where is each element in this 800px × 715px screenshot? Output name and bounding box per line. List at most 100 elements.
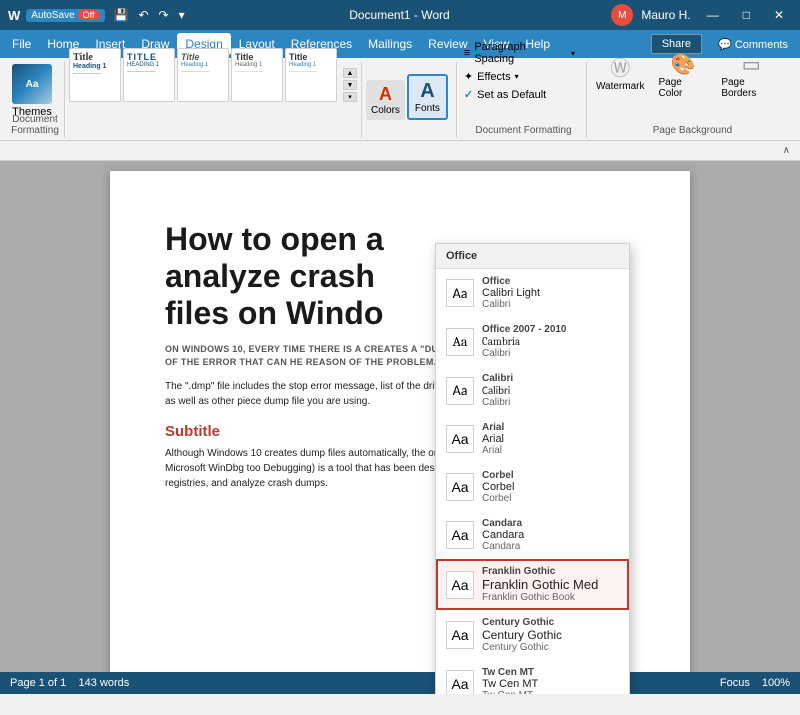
redo-icon[interactable]: ↷ bbox=[156, 7, 172, 23]
font-preview-calibri: Aa bbox=[446, 377, 474, 405]
ribbon-bottom-bar: ∧ bbox=[0, 140, 800, 160]
document-formatting-label2: Document Formatting bbox=[461, 125, 586, 136]
autosave-badge[interactable]: AutoSave Off bbox=[26, 9, 104, 22]
zoom-level: 100% bbox=[762, 677, 790, 689]
font-names-franklin: Franklin Gothic Franklin Gothic Med Fran… bbox=[482, 566, 598, 603]
page-borders-button[interactable]: ▭ Page Borders bbox=[716, 49, 786, 102]
effects-arrow: ▾ bbox=[515, 72, 519, 81]
themes-button[interactable]: Aa Themes bbox=[6, 62, 58, 120]
style-thumb-title5[interactable]: Title Heading 1 ──────── bbox=[285, 48, 337, 102]
font-item-calibri[interactable]: Aa Calibri Calibri Calibri bbox=[436, 366, 629, 415]
autosave-label: AutoSave bbox=[31, 10, 74, 21]
watermark-label: Watermark bbox=[596, 81, 645, 92]
page-color-button[interactable]: 🎨 Page Color bbox=[653, 49, 712, 102]
quick-access-toolbar: 💾 ↶ ↷ ▾ bbox=[111, 7, 188, 23]
style-scroll-up[interactable]: ▲ bbox=[343, 68, 357, 78]
watermark-button[interactable]: Ⓦ Watermark bbox=[591, 49, 650, 102]
para-spacing-button[interactable]: ≡ Paragraph Spacing ▾ bbox=[461, 40, 578, 66]
style-scroll-more[interactable]: ▾ bbox=[343, 92, 357, 102]
font-preview-franklin: Aa bbox=[446, 571, 474, 599]
autosave-toggle[interactable]: Off bbox=[78, 10, 100, 20]
status-left: Page 1 of 1 143 words bbox=[10, 677, 129, 689]
user-name: Mauro H. bbox=[641, 8, 690, 22]
set-default-button[interactable]: ✓ Set as Default bbox=[461, 87, 578, 102]
minimize-button[interactable]: — bbox=[699, 6, 727, 24]
page-borders-label: Page Borders bbox=[721, 77, 781, 99]
document-formatting-label: Document Formatting bbox=[6, 114, 64, 136]
para-section: ≡ Paragraph Spacing ▾ ✦ Effects ▾ ✓ Set … bbox=[461, 62, 587, 138]
menu-mailings[interactable]: Mailings bbox=[360, 33, 420, 55]
document-wrapper: How to open aanalyze crashfiles on Windo… bbox=[0, 161, 800, 694]
page-buttons: Ⓦ Watermark 🎨 Page Color ▭ Page Borders bbox=[591, 49, 786, 120]
style-thumb-title2[interactable]: TITLE HEADING 1 ──────── bbox=[123, 48, 175, 102]
fonts-icon: A bbox=[420, 80, 434, 103]
style-thumb-title3[interactable]: Title Heading 1 ──────── bbox=[177, 48, 229, 102]
font-names-twcenmt: Tw Cen MT Tw Cen MT Tw Cen MT bbox=[482, 667, 538, 694]
save-icon[interactable]: 💾 bbox=[111, 7, 132, 23]
undo-icon[interactable]: ↶ bbox=[135, 7, 151, 23]
menu-file[interactable]: File bbox=[4, 33, 39, 55]
font-names-office2007: Office 2007 - 2010 Cambria Calibri bbox=[482, 324, 567, 359]
dropdown-header: Office bbox=[436, 244, 629, 269]
status-right: Focus 100% bbox=[720, 677, 790, 689]
ribbon-collapse-arrow[interactable]: ∧ bbox=[783, 145, 790, 156]
close-button[interactable]: ✕ bbox=[766, 6, 792, 24]
effects-icon: ✦ bbox=[464, 70, 473, 83]
more-qat-icon[interactable]: ▾ bbox=[176, 7, 188, 23]
status-bar: Page 1 of 1 143 words Focus 100% bbox=[0, 672, 800, 694]
font-preview-office2007: Aa bbox=[446, 328, 474, 356]
page-color-icon: 🎨 bbox=[670, 52, 695, 77]
font-names-century: Century Gothic Century Gothic Century Go… bbox=[482, 617, 562, 653]
font-preview-century: Aa bbox=[446, 621, 474, 649]
font-item-franklin[interactable]: Aa Franklin Gothic Franklin Gothic Med F… bbox=[436, 559, 629, 610]
font-preview-candara: Aa bbox=[446, 521, 474, 549]
colors-fonts-section: A Colors A Fonts bbox=[366, 62, 457, 138]
font-preview-twcenmt: Aa bbox=[446, 670, 474, 694]
checkmark-icon: ✓ bbox=[464, 88, 473, 101]
style-thumb-title4[interactable]: Title Heading 1 ──────── bbox=[231, 48, 283, 102]
word-logo: W bbox=[8, 8, 20, 23]
title-bar-left: W AutoSave Off 💾 ↶ ↷ ▾ bbox=[8, 7, 188, 23]
para-spacing-icon: ≡ bbox=[464, 47, 470, 59]
font-preview-arial: Aa bbox=[446, 425, 474, 453]
title-bar-right: M Mauro H. — □ ✕ bbox=[611, 4, 792, 26]
title-bar: W AutoSave Off 💾 ↶ ↷ ▾ Document1 - Word … bbox=[0, 0, 800, 30]
font-names-corbel: Corbel Corbel Corbel bbox=[482, 470, 514, 504]
font-item-century[interactable]: Aa Century Gothic Century Gothic Century… bbox=[436, 610, 629, 660]
main-area: How to open aanalyze crashfiles on Windo… bbox=[0, 161, 800, 694]
para-spacing-arrow: ▾ bbox=[571, 49, 575, 58]
page-color-label: Page Color bbox=[658, 77, 707, 99]
ribbon-content: Aa Themes Document Formatting Title Head… bbox=[0, 58, 800, 140]
ribbon: Aa Themes Document Formatting Title Head… bbox=[0, 58, 800, 161]
maximize-button[interactable]: □ bbox=[735, 6, 758, 24]
watermark-icon: Ⓦ bbox=[610, 52, 630, 81]
style-scroll-down[interactable]: ▼ bbox=[343, 80, 357, 90]
font-item-corbel[interactable]: Aa Corbel Corbel Corbel bbox=[436, 463, 629, 511]
font-names-calibri: Calibri Calibri Calibri bbox=[482, 373, 513, 408]
page-background-label: Page Background bbox=[591, 125, 794, 136]
doc-styles-area: Title Heading 1 ──────── TITLE HEADING 1… bbox=[69, 48, 337, 120]
font-item-arial[interactable]: Aa Arial Arial Arial bbox=[436, 415, 629, 463]
font-item-twcenmt[interactable]: Aa Tw Cen MT Tw Cen MT Tw Cen MT bbox=[436, 660, 629, 694]
style-thumb-title[interactable]: Title Heading 1 ──────── bbox=[69, 48, 121, 102]
fonts-label: Fonts bbox=[415, 103, 440, 114]
font-item-candara[interactable]: Aa Candara Candara Candara bbox=[436, 511, 629, 559]
para-spacing-label: Paragraph Spacing bbox=[474, 41, 567, 65]
themes-icon: Aa bbox=[12, 64, 52, 104]
page-borders-icon: ▭ bbox=[742, 52, 761, 77]
font-item-office2007[interactable]: Aa Office 2007 - 2010 Cambria Calibri bbox=[436, 317, 629, 366]
fonts-dropdown: Office Aa Office Calibri Light Calibri A… bbox=[435, 243, 630, 694]
colors-icon: A bbox=[379, 84, 392, 105]
page-count: Page 1 of 1 bbox=[10, 677, 66, 689]
user-avatar: M bbox=[611, 4, 633, 26]
focus-button[interactable]: Focus bbox=[720, 677, 750, 689]
colors-label: Colors bbox=[371, 105, 400, 116]
font-item-office[interactable]: Aa Office Calibri Light Calibri bbox=[436, 269, 629, 317]
fonts-button[interactable]: A Fonts bbox=[407, 74, 448, 120]
document-title: Document1 - Word bbox=[188, 8, 612, 22]
styles-section: Title Heading 1 ──────── TITLE HEADING 1… bbox=[69, 62, 362, 138]
effects-button[interactable]: ✦ Effects ▾ bbox=[461, 69, 578, 84]
colors-button[interactable]: A Colors bbox=[366, 80, 405, 120]
word-count: 143 words bbox=[79, 677, 130, 689]
font-names-candara: Candara Candara Candara bbox=[482, 518, 524, 552]
